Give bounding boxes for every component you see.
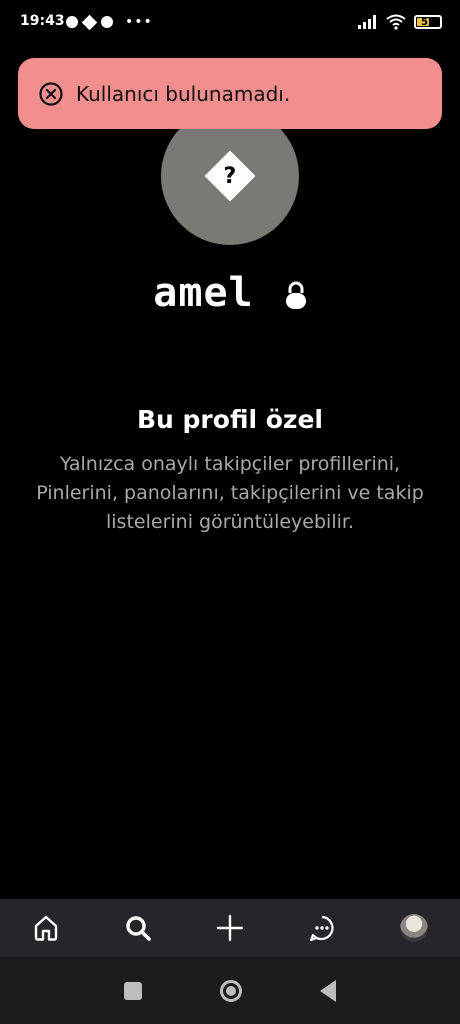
lock-icon (285, 281, 306, 309)
wifi-icon (386, 14, 406, 30)
nav-profile[interactable] (394, 908, 434, 948)
username-text: amel (153, 270, 254, 316)
system-navigation (0, 957, 460, 1024)
search-icon (126, 916, 151, 941)
nav-search[interactable] (118, 908, 158, 948)
back-button[interactable] (320, 979, 336, 1002)
error-toast[interactable]: Kullanıcı bulunamadı. (18, 58, 442, 129)
recents-button[interactable] (124, 981, 142, 1000)
soccer-ball-icon (66, 16, 78, 28)
nav-messages[interactable] (302, 908, 342, 948)
home-icon (34, 915, 58, 941)
avatar-placeholder-glyph: ? (223, 163, 237, 189)
notification-icons: ••• (66, 14, 153, 30)
battery-level: 52 (421, 16, 435, 28)
status-time: 19:43 (20, 13, 65, 29)
error-circle-icon (39, 81, 63, 106)
create-plus-icon (216, 914, 244, 942)
status-right: 52 (358, 14, 442, 30)
status-bar: 19:43 ••• 52 (0, 0, 460, 44)
private-profile-title: Bu profil özel (136, 405, 323, 434)
question-mark-icon: ? (204, 150, 256, 202)
nav-create[interactable] (210, 908, 250, 948)
profile-username: amel (0, 270, 460, 316)
toast-message: Kullanıcı bulunamadı. (76, 81, 291, 106)
nav-home[interactable] (26, 908, 66, 948)
signal-icon (358, 15, 376, 29)
box-icon (81, 14, 98, 30)
battery-icon: 52 (414, 15, 442, 29)
messages-icon (309, 915, 334, 942)
home-button[interactable] (220, 979, 242, 1002)
more-notifications-icon: ••• (125, 14, 153, 30)
soccer-ball-icon (101, 16, 113, 28)
profile-avatar (400, 914, 428, 942)
bottom-navigation (0, 899, 460, 957)
private-profile-description: Yalnızca onaylı takipçiler profillerini,… (36, 453, 424, 533)
